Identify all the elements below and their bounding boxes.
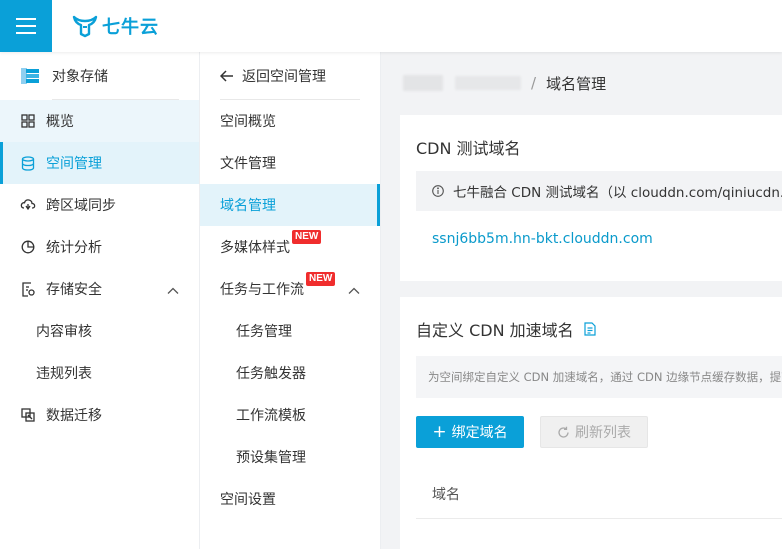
sidebar-item-label: 空间管理	[46, 156, 102, 172]
custom-domain-card: 自定义 CDN 加速域名 为空间绑定自定义 CDN 加速域名，通过 CDN 边缘…	[400, 297, 782, 549]
subnav-item-preset-management[interactable]: 预设集管理	[200, 436, 380, 478]
sidebar-item-violation-list[interactable]: 违规列表	[0, 352, 199, 394]
subnav-item-media-styles[interactable]: 多媒体样式 NEW	[200, 226, 380, 268]
bucket-subnav: 返回空间管理 空间概览 文件管理 域名管理 多媒体样式 NEW 任务与工作流 N…	[200, 52, 381, 549]
sidebar-item-label: 违规列表	[36, 366, 92, 382]
domain-table-header: 域名	[416, 469, 782, 519]
cloud-sync-icon	[20, 197, 36, 213]
document-icon[interactable]	[584, 322, 596, 336]
bind-domain-button[interactable]: + 绑定域名	[416, 416, 524, 448]
sidebar-title: 对象存储	[52, 69, 108, 85]
database-icon	[20, 155, 36, 171]
sidebar-item-data-migration[interactable]: 数据迁移	[0, 394, 199, 436]
sidebar-item-label: 存储安全	[46, 282, 102, 298]
subnav-item-label: 工作流模板	[236, 408, 306, 424]
sidebar-item-storage-security[interactable]: 存储安全	[0, 268, 199, 310]
subnav-item-label: 多媒体样式	[220, 240, 290, 256]
sidebar-item-statistics[interactable]: 统计分析	[0, 226, 199, 268]
sidebar-item-overview[interactable]: 概览	[0, 100, 199, 142]
refresh-icon	[557, 426, 570, 439]
subnav-item-task-management[interactable]: 任务管理	[200, 310, 380, 352]
product-sidebar: 对象存储 概览 空间管理 跨区域同步 统计分析 存储安全 内容审核 违规列表 数…	[0, 52, 200, 549]
subnav-item-label: 空间设置	[220, 492, 276, 508]
chevron-up-icon[interactable]	[348, 283, 360, 299]
refresh-list-label: 刷新列表	[575, 425, 631, 441]
sidebar-item-label: 数据迁移	[46, 408, 102, 424]
back-label: 返回空间管理	[242, 69, 326, 85]
redacted-bucket-name[interactable]	[455, 76, 521, 90]
arrow-left-icon	[220, 70, 234, 82]
main-content: / 域名管理 CDN 测试域名 七牛融合 CDN 测试域名（以 clouddn.…	[381, 52, 782, 549]
top-bar: 七牛云	[0, 0, 782, 52]
subnav-item-file-management[interactable]: 文件管理	[200, 142, 380, 184]
subnav-item-label: 任务与工作流	[220, 282, 304, 298]
breadcrumb-current: 域名管理	[546, 74, 607, 93]
sidebar-item-label: 概览	[46, 114, 74, 130]
object-storage-icon	[20, 67, 40, 85]
column-header-domain: 域名	[432, 486, 460, 503]
subnav-item-label: 任务管理	[236, 324, 292, 340]
pie-chart-icon	[20, 239, 36, 255]
subnav-item-bucket-overview[interactable]: 空间概览	[200, 100, 380, 142]
custom-domain-title-row: 自定义 CDN 加速域名	[416, 317, 596, 341]
test-domain-info-text: 七牛融合 CDN 测试域名（以 clouddn.com/qiniucdn.com…	[453, 185, 782, 201]
migration-icon	[20, 407, 36, 423]
test-domain-card: CDN 测试域名 七牛融合 CDN 测试域名（以 clouddn.com/qin…	[400, 115, 782, 281]
sidebar-item-content-review[interactable]: 内容审核	[0, 310, 199, 352]
redacted-breadcrumb-segment[interactable]	[403, 75, 443, 91]
plus-icon: +	[432, 421, 447, 442]
sidebar-item-label: 跨区域同步	[46, 198, 116, 214]
subnav-item-label: 空间概览	[220, 114, 276, 130]
bind-domain-label: 绑定域名	[451, 425, 508, 441]
info-circle-icon	[432, 185, 444, 197]
sidebar-item-cross-region-sync[interactable]: 跨区域同步	[0, 184, 199, 226]
subnav-item-tasks-workflows[interactable]: 任务与工作流 NEW	[200, 268, 380, 310]
subnav-item-workflow-templates[interactable]: 工作流模板	[200, 394, 380, 436]
sidebar-header[interactable]: 对象存储	[0, 52, 199, 100]
new-badge: NEW	[306, 272, 336, 286]
subnav-item-task-triggers[interactable]: 任务触发器	[200, 352, 380, 394]
test-domain-title: CDN 测试域名	[416, 139, 521, 158]
subnav-item-bucket-settings[interactable]: 空间设置	[200, 478, 380, 520]
grid-icon	[20, 113, 36, 129]
document-shield-icon	[20, 281, 36, 297]
chevron-up-icon[interactable]	[167, 283, 179, 299]
sidebar-item-bucket-management[interactable]: 空间管理	[0, 142, 199, 184]
qiniu-logo[interactable]: 七牛云	[72, 13, 159, 39]
custom-domain-description-text: 为空间绑定自定义 CDN 加速域名，通过 CDN 边缘节点缓存数据，提高用户访问…	[428, 370, 782, 384]
logo-text: 七牛云	[102, 17, 159, 38]
custom-domain-description: 为空间绑定自定义 CDN 加速域名，通过 CDN 边缘节点缓存数据，提高用户访问…	[416, 356, 782, 398]
subnav-item-label: 任务触发器	[236, 366, 306, 382]
subnav-item-label: 文件管理	[220, 156, 276, 172]
breadcrumb: / 域名管理	[403, 72, 606, 94]
subnav-item-domain-management[interactable]: 域名管理	[200, 184, 380, 226]
refresh-list-button[interactable]: 刷新列表	[540, 416, 648, 448]
breadcrumb-separator: /	[531, 74, 537, 92]
test-domain-info: 七牛融合 CDN 测试域名（以 clouddn.com/qiniucdn.com…	[416, 171, 782, 211]
test-domain-link[interactable]: ssnj6bb5m.hn-bkt.clouddn.com	[432, 231, 653, 247]
qiniu-logo-icon	[72, 15, 98, 38]
subnav-item-label: 域名管理	[220, 198, 276, 214]
hamburger-menu-button[interactable]	[0, 0, 52, 52]
subnav-item-label: 预设集管理	[236, 450, 306, 466]
new-badge: NEW	[292, 230, 322, 244]
menu-icon	[16, 18, 36, 34]
custom-domain-title: 自定义 CDN 加速域名	[416, 321, 574, 340]
back-to-bucket-management-link[interactable]: 返回空间管理	[200, 52, 380, 100]
sidebar-item-label: 统计分析	[46, 240, 102, 256]
sidebar-item-label: 内容审核	[36, 324, 92, 340]
